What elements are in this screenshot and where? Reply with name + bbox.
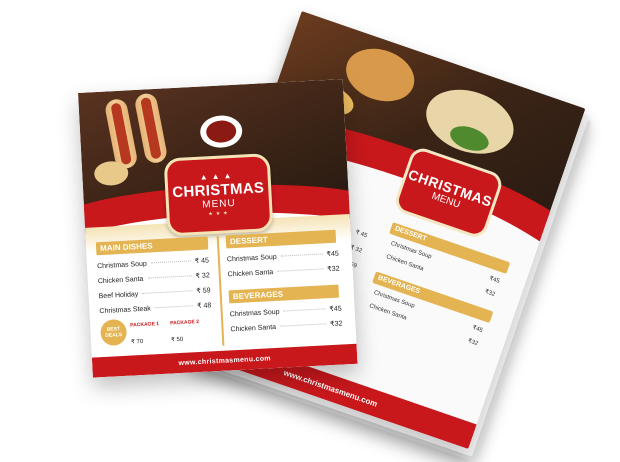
- menu-badge: ▲▲▲ CHRISTMAS MENU ★★★: [163, 153, 274, 237]
- package-price: ₹ 70: [130, 338, 144, 346]
- best-deals-badge: BEST DEALS: [99, 318, 128, 347]
- item-price: ₹ 45: [194, 257, 210, 266]
- leader-dots: [283, 308, 326, 312]
- menu-row: Christmas Steak ₹ 48: [99, 301, 211, 315]
- front-flyer: ▲▲▲ CHRISTMAS MENU ★★★ MAIN DISHES Chris…: [78, 79, 358, 378]
- leader-dots: [147, 275, 192, 279]
- best-deals-line2: DEALS: [105, 332, 123, 339]
- leader-dots: [142, 290, 193, 294]
- leader-dots: [280, 253, 323, 257]
- side-dish: [93, 160, 129, 187]
- package-label: PACKAGE 1: [130, 321, 160, 329]
- item-price: ₹ 59: [196, 287, 211, 296]
- package-label: PACKAGE 2: [170, 318, 200, 327]
- item-price: ₹45: [326, 250, 339, 259]
- star-icons: ★★★: [208, 210, 231, 218]
- leader-dots: [150, 260, 191, 264]
- item-name: Chicken Santa: [230, 323, 277, 334]
- leader-dots: [279, 323, 327, 327]
- item-price: ₹32: [330, 320, 343, 329]
- leader-dots: [277, 268, 324, 272]
- item-name: Christmas Steak: [99, 305, 151, 316]
- menu-row: Christmas Soup ₹45: [230, 305, 342, 319]
- item-price: ₹32: [327, 265, 340, 274]
- item-price: ₹ 48: [196, 302, 212, 311]
- website-text: www.christmasmenu.com: [178, 354, 272, 367]
- menu-row: Chicken Santa ₹32: [230, 319, 342, 333]
- item-price: ₹ 32: [195, 272, 210, 281]
- item-price: ₹32: [466, 338, 479, 348]
- item-price: ₹32: [483, 289, 496, 299]
- item-price: ₹45: [329, 305, 342, 314]
- badge-subtitle: MENU: [202, 197, 237, 211]
- item-price: ₹45: [471, 324, 484, 335]
- item-name: Christmas Soup: [229, 308, 280, 319]
- package-price: ₹ 50: [170, 336, 184, 344]
- leader-dots: [154, 305, 194, 309]
